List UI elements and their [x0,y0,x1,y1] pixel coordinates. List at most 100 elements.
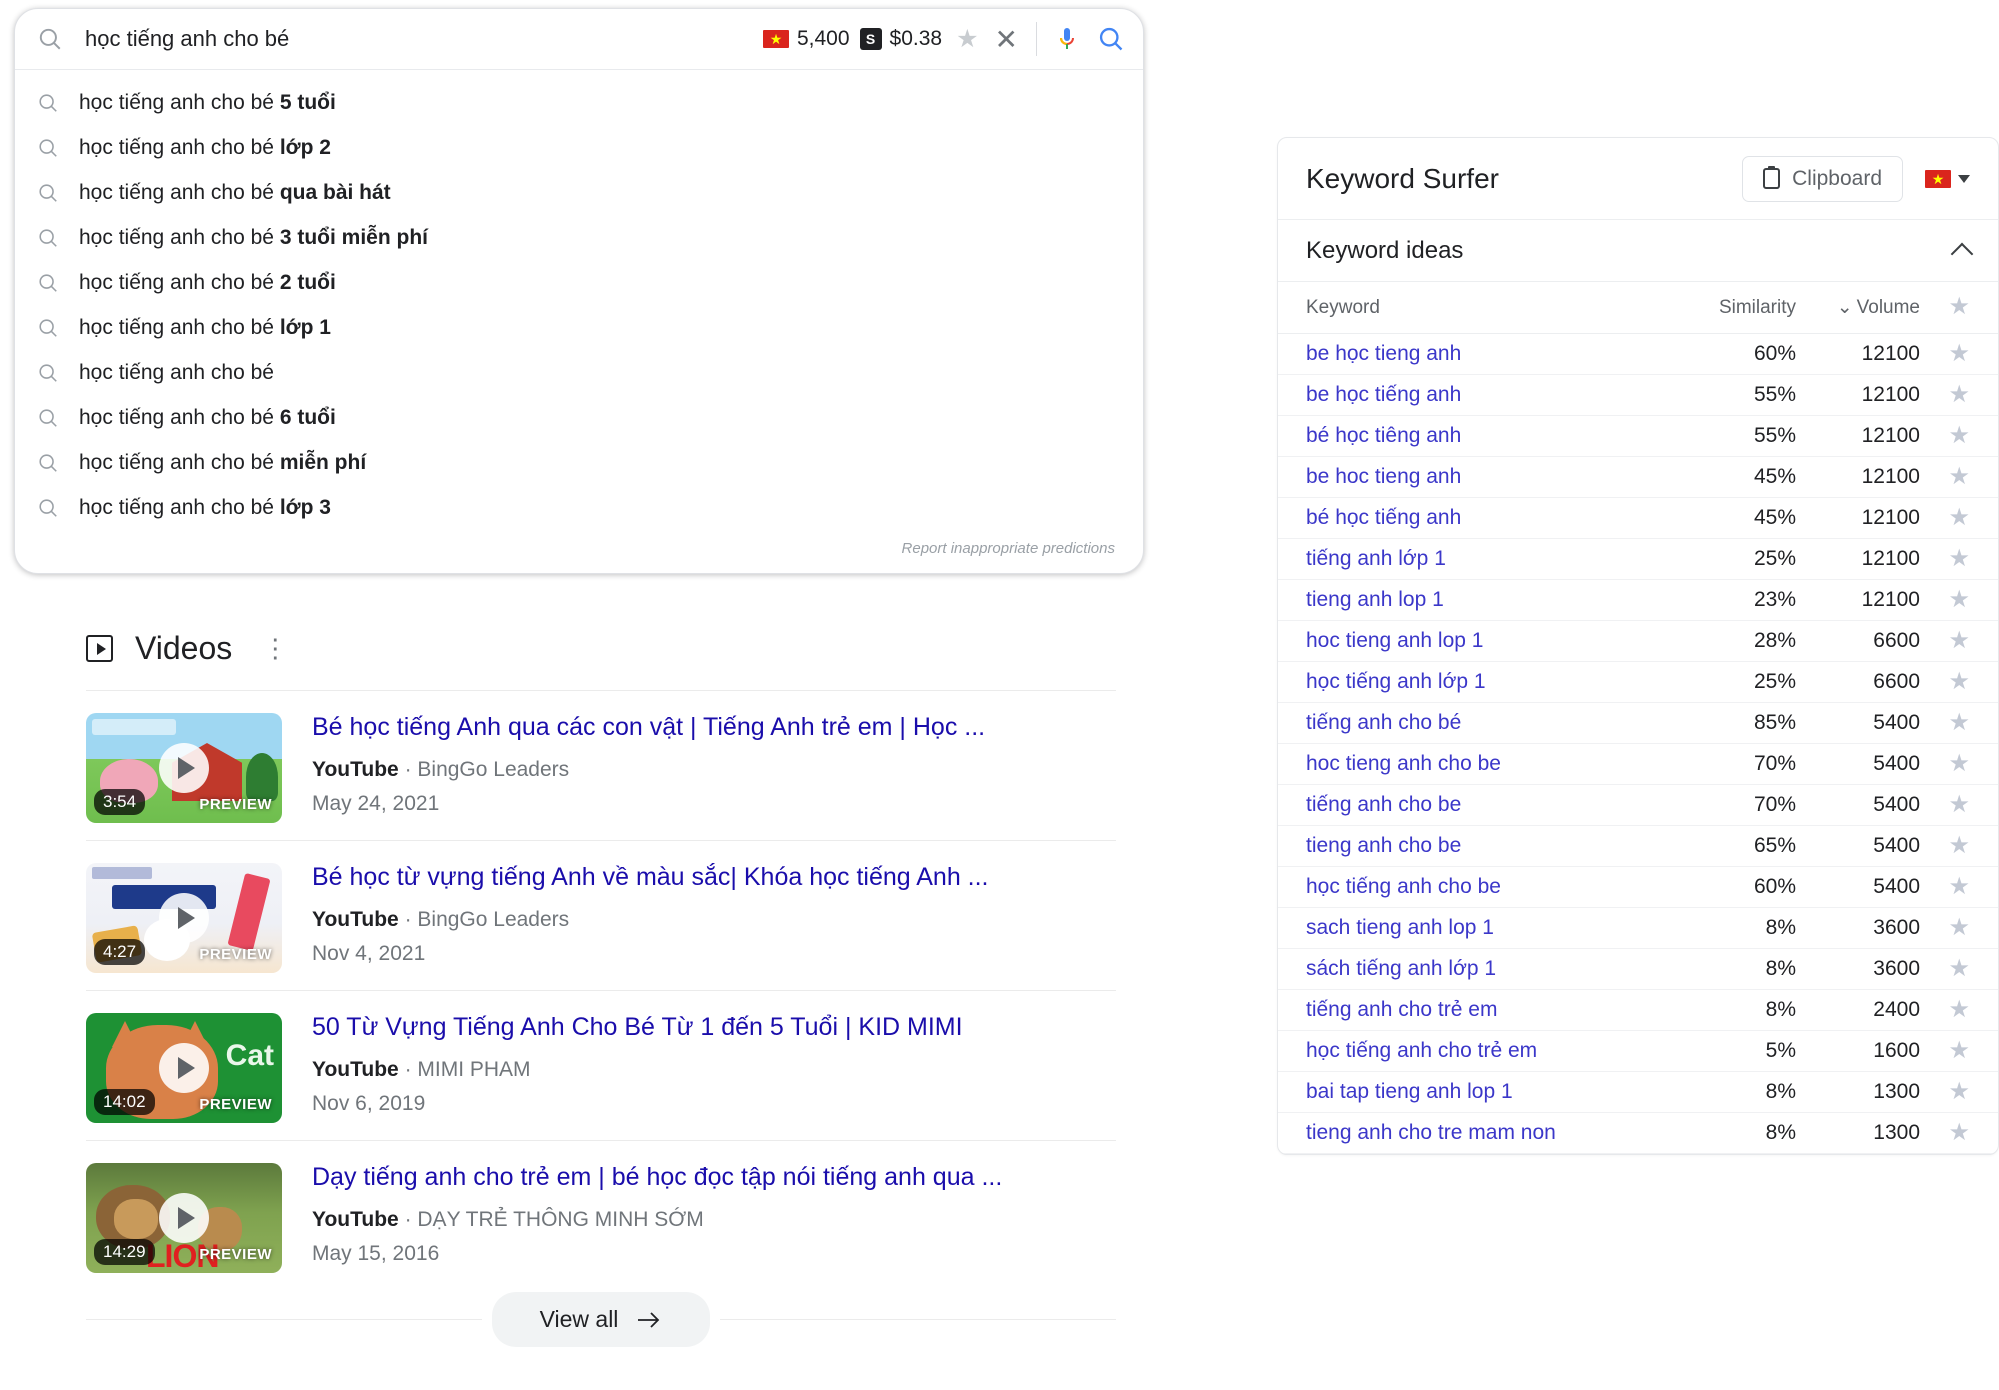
favorite-toggle[interactable]: ★ [1920,629,1970,653]
videos-more-options-icon[interactable]: ⋮ [262,641,288,657]
favorite-toggle[interactable]: ★ [1920,588,1970,612]
table-row[interactable]: tieng anh cho be65%5400★ [1278,826,1998,867]
suggestion-item[interactable]: học tiếng anh cho bé miễn phí [15,440,1143,485]
table-row[interactable]: tiếng anh cho bé85%5400★ [1278,703,1998,744]
clipboard-button[interactable]: Clipboard [1742,156,1903,202]
video-title[interactable]: Bé học từ vựng tiếng Anh về màu sắc| Khó… [312,863,1116,892]
table-row[interactable]: hoc tieng anh cho be70%5400★ [1278,744,1998,785]
close-icon[interactable]: ✕ [995,23,1018,56]
favorite-toggle[interactable]: ★ [1920,342,1970,366]
keyword-link[interactable]: bé học tiêng anh [1306,424,1678,448]
favorite-toggle[interactable]: ★ [1920,1039,1970,1063]
favorite-toggle[interactable]: ★ [1920,670,1970,694]
favorite-toggle[interactable]: ★ [1920,506,1970,530]
column-volume[interactable]: ⌄Volume [1796,296,1920,319]
keyword-link[interactable]: tiếng anh cho trẻ em [1306,998,1678,1022]
keyword-link[interactable]: tiếng anh lớp 1 [1306,547,1678,571]
keyword-link[interactable]: sách tiếng anh lớp 1 [1306,957,1678,981]
suggestion-item[interactable]: học tiếng anh cho bé 5 tuổi [15,80,1143,125]
favorite-toggle[interactable]: ★ [1920,875,1970,899]
table-row[interactable]: sach tieng anh lop 18%3600★ [1278,908,1998,949]
keyword-link[interactable]: tieng anh cho tre mam non [1306,1121,1678,1145]
suggestion-item[interactable]: học tiếng anh cho bé lớp 1 [15,305,1143,350]
search-input-row[interactable]: học tiếng anh cho bé ★ 5,400 S $0.38 ★ ✕ [15,9,1143,69]
locale-selector[interactable]: ★ [1925,170,1970,188]
keyword-link[interactable]: bai tap tieng anh lop 1 [1306,1080,1678,1104]
keyword-link[interactable]: be hoc tieng anh [1306,465,1678,489]
table-row[interactable]: học tiếng anh cho be60%5400★ [1278,867,1998,908]
video-title[interactable]: Bé học tiếng Anh qua các con vật | Tiếng… [312,713,1116,742]
report-predictions-link[interactable]: Report inappropriate predictions [15,530,1143,573]
suggestion-item[interactable]: học tiếng anh cho bé [15,350,1143,395]
table-row[interactable]: tieng anh cho tre mam non8%1300★ [1278,1113,1998,1154]
favorite-toggle[interactable]: ★ [1920,998,1970,1022]
video-result-row[interactable]: LION 14:29 PREVIEW Dạy tiếng anh cho trẻ… [86,1140,1116,1273]
keyword-link[interactable]: bé học tiếng anh [1306,506,1678,530]
table-row[interactable]: tiếng anh cho trẻ em8%2400★ [1278,990,1998,1031]
table-row[interactable]: học tiếng anh cho trẻ em5%1600★ [1278,1031,1998,1072]
suggestion-item[interactable]: học tiếng anh cho bé 2 tuổi [15,260,1143,305]
table-row[interactable]: be học tiếng anh55%12100★ [1278,375,1998,416]
keyword-link[interactable]: học tiếng anh cho trẻ em [1306,1039,1678,1063]
chevron-up-icon[interactable] [1951,242,1974,265]
video-result-row[interactable]: Cat 14:02 PREVIEW 50 Từ Vựng Tiếng Anh C… [86,990,1116,1123]
video-thumbnail[interactable]: Cat 14:02 PREVIEW [86,1013,282,1123]
keyword-link[interactable]: tieng anh lop 1 [1306,588,1678,612]
table-row[interactable]: be học tieng anh60%12100★ [1278,334,1998,375]
keyword-link[interactable]: hoc tieng anh lop 1 [1306,629,1678,653]
keyword-link[interactable]: be học tieng anh [1306,342,1678,366]
favorite-toggle[interactable]: ★ [1920,834,1970,858]
favorite-toggle[interactable]: ★ [1920,424,1970,448]
suggestion-item[interactable]: học tiếng anh cho bé lớp 3 [15,485,1143,530]
favorite-toggle[interactable]: ★ [1920,957,1970,981]
search-submit-icon[interactable] [1097,25,1125,53]
keyword-link[interactable]: be học tiếng anh [1306,383,1678,407]
table-row[interactable]: bé học tiếng anh45%12100★ [1278,498,1998,539]
table-row[interactable]: bé học tiêng anh55%12100★ [1278,416,1998,457]
keyword-link[interactable]: sach tieng anh lop 1 [1306,916,1678,940]
view-all-videos-button[interactable]: View all [492,1292,711,1347]
favorite-toggle[interactable]: ★ [1920,793,1970,817]
video-result-row[interactable]: 4:27 PREVIEW Bé học từ vựng tiếng Anh về… [86,840,1116,973]
column-keyword[interactable]: Keyword [1306,297,1678,319]
video-thumbnail[interactable]: 4:27 PREVIEW [86,863,282,973]
keyword-link[interactable]: tiếng anh cho bé [1306,711,1678,735]
video-result-row[interactable]: 3:54 PREVIEW Bé học tiếng Anh qua các co… [86,690,1116,823]
suggestion-item[interactable]: học tiếng anh cho bé qua bài hát [15,170,1143,215]
video-title[interactable]: 50 Từ Vựng Tiếng Anh Cho Bé Từ 1 đến 5 T… [312,1013,1116,1042]
video-title[interactable]: Dạy tiếng anh cho trẻ em | bé học đọc tậ… [312,1163,1116,1192]
favorite-toggle[interactable]: ★ [1920,465,1970,489]
keyword-similarity: 55% [1678,424,1796,448]
search-input[interactable]: học tiếng anh cho bé [63,26,753,52]
table-row[interactable]: sách tiếng anh lớp 18%3600★ [1278,949,1998,990]
favorite-toggle[interactable]: ★ [1920,383,1970,407]
video-thumbnail[interactable]: LION 14:29 PREVIEW [86,1163,282,1273]
suggestion-item[interactable]: học tiếng anh cho bé 6 tuổi [15,395,1143,440]
table-row[interactable]: tiếng anh cho be70%5400★ [1278,785,1998,826]
column-similarity[interactable]: Similarity [1678,297,1796,319]
keyword-link[interactable]: học tiếng anh cho be [1306,875,1678,899]
favorite-toggle[interactable]: ★ [1920,916,1970,940]
favorite-toggle[interactable]: ★ [1920,1080,1970,1104]
keyword-link[interactable]: hoc tieng anh cho be [1306,752,1678,776]
keyword-link[interactable]: tieng anh cho be [1306,834,1678,858]
table-row[interactable]: be hoc tieng anh45%12100★ [1278,457,1998,498]
table-row[interactable]: tieng anh lop 123%12100★ [1278,580,1998,621]
table-row[interactable]: bai tap tieng anh lop 18%1300★ [1278,1072,1998,1113]
keyword-ideas-section-header[interactable]: Keyword ideas [1278,220,1998,282]
column-favorite-header[interactable]: ★ [1920,295,1970,320]
video-thumbnail[interactable]: 3:54 PREVIEW [86,713,282,823]
favorite-toggle[interactable]: ★ [1920,547,1970,571]
suggestion-item[interactable]: học tiếng anh cho bé 3 tuổi miễn phí [15,215,1143,260]
table-row[interactable]: học tiếng anh lớp 125%6600★ [1278,662,1998,703]
favorite-toggle[interactable]: ★ [1920,752,1970,776]
keyword-link[interactable]: học tiếng anh lớp 1 [1306,670,1678,694]
star-icon[interactable]: ★ [956,24,978,54]
favorite-toggle[interactable]: ★ [1920,711,1970,735]
suggestion-item[interactable]: học tiếng anh cho bé lớp 2 [15,125,1143,170]
keyword-link[interactable]: tiếng anh cho be [1306,793,1678,817]
microphone-icon[interactable] [1055,25,1079,53]
table-row[interactable]: tiếng anh lớp 125%12100★ [1278,539,1998,580]
favorite-toggle[interactable]: ★ [1920,1121,1970,1145]
table-row[interactable]: hoc tieng anh lop 128%6600★ [1278,621,1998,662]
